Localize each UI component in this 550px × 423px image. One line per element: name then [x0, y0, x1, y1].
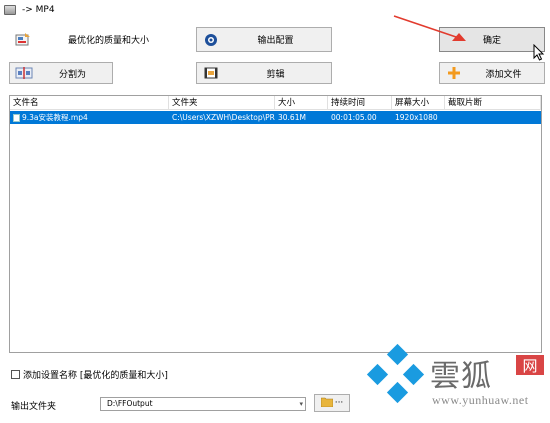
file-clip-cell — [445, 111, 541, 124]
edit-button[interactable]: 剪辑 — [196, 62, 332, 84]
add-file-label: 添加文件 — [485, 69, 522, 80]
cursor-icon — [533, 44, 545, 61]
column-header-duration[interactable]: 持续时间 — [328, 96, 392, 109]
annotation-arrow-icon — [393, 15, 466, 41]
file-name-text: 9.3a安装教程.mp4 — [22, 113, 88, 122]
watermark-logo-part — [387, 364, 404, 381]
file-row[interactable]: 9.3a安装教程.mp4 C:\Users\XZWH\Desktop\PR...… — [10, 111, 541, 124]
watermark-badge: 网 — [516, 355, 544, 375]
quality-preset-button[interactable]: 最优化的质量和大小 — [9, 27, 185, 52]
watermark-url: www.yunhuaw.net — [432, 393, 529, 407]
column-header-clip[interactable]: 截取片断 — [445, 96, 541, 109]
file-list-header: 文件名 文件夹 大小 持续时间 屏幕大小 截取片断 — [10, 96, 541, 110]
watermark-logo-part — [402, 363, 425, 386]
quality-icon — [14, 32, 32, 48]
column-header-folder[interactable]: 文件夹 — [169, 96, 275, 109]
video-file-icon — [13, 113, 20, 122]
output-config-icon — [202, 32, 220, 48]
output-folder-label: 输出文件夹 — [11, 402, 57, 412]
watermark-logo-part — [386, 381, 409, 404]
browse-folder-button[interactable]: ··· — [314, 394, 350, 412]
output-config-label: 输出配置 — [257, 36, 294, 46]
add-setting-name-option[interactable]: 添加设置名称 [最优化的质量和大小] — [11, 368, 168, 381]
file-size-cell: 30.61M — [278, 113, 306, 122]
file-folder-cell: C:\Users\XZWH\Desktop\PR... — [172, 113, 275, 122]
output-config-button[interactable]: 输出配置 — [196, 27, 332, 52]
watermark-logo-part — [366, 363, 389, 386]
folder-icon — [320, 397, 334, 410]
edit-label: 剪辑 — [266, 69, 285, 80]
app-icon — [4, 5, 16, 15]
quality-preset-label: 最优化的质量和大小 — [67, 36, 149, 46]
column-header-size[interactable]: 大小 — [275, 96, 328, 109]
add-file-button[interactable]: 添加文件 — [439, 62, 545, 84]
watermark-brand: 雲狐 — [430, 359, 492, 394]
output-folder-select[interactable]: D:\FFOutput ▾ — [100, 397, 306, 411]
watermark: 雲狐 网 www.yunhuaw.net — [362, 343, 550, 413]
column-header-screen-size[interactable]: 屏幕大小 — [392, 96, 445, 109]
file-screen-size-cell: 1920x1080 — [395, 113, 438, 122]
window: -> MP4 最优化的质量和大小 输出配置 确定 分割为 剪辑 添加文件 文件名… — [0, 0, 550, 423]
output-folder-value: D:\FFOutput — [107, 399, 153, 408]
split-button[interactable]: 分割为 — [9, 62, 113, 84]
split-icon — [15, 65, 33, 81]
add-setting-name-label: 添加设置名称 [最优化的质量和大小] — [23, 371, 168, 381]
file-name-cell: 9.3a安装教程.mp4 — [10, 111, 169, 124]
file-list[interactable]: 文件名 文件夹 大小 持续时间 屏幕大小 截取片断 9.3a安装教程.mp4 C… — [9, 95, 542, 353]
column-header-name[interactable]: 文件名 — [10, 96, 169, 109]
add-setting-name-checkbox[interactable] — [11, 370, 20, 379]
edit-icon — [202, 65, 220, 81]
window-title: -> MP4 — [22, 5, 55, 15]
watermark-logo-part — [386, 343, 409, 366]
browse-dots: ··· — [334, 398, 344, 408]
file-duration-cell: 00:01:05.00 — [331, 113, 377, 122]
chevron-down-icon: ▾ — [299, 400, 303, 408]
split-label: 分割为 — [58, 69, 86, 80]
add-file-icon — [445, 65, 463, 81]
